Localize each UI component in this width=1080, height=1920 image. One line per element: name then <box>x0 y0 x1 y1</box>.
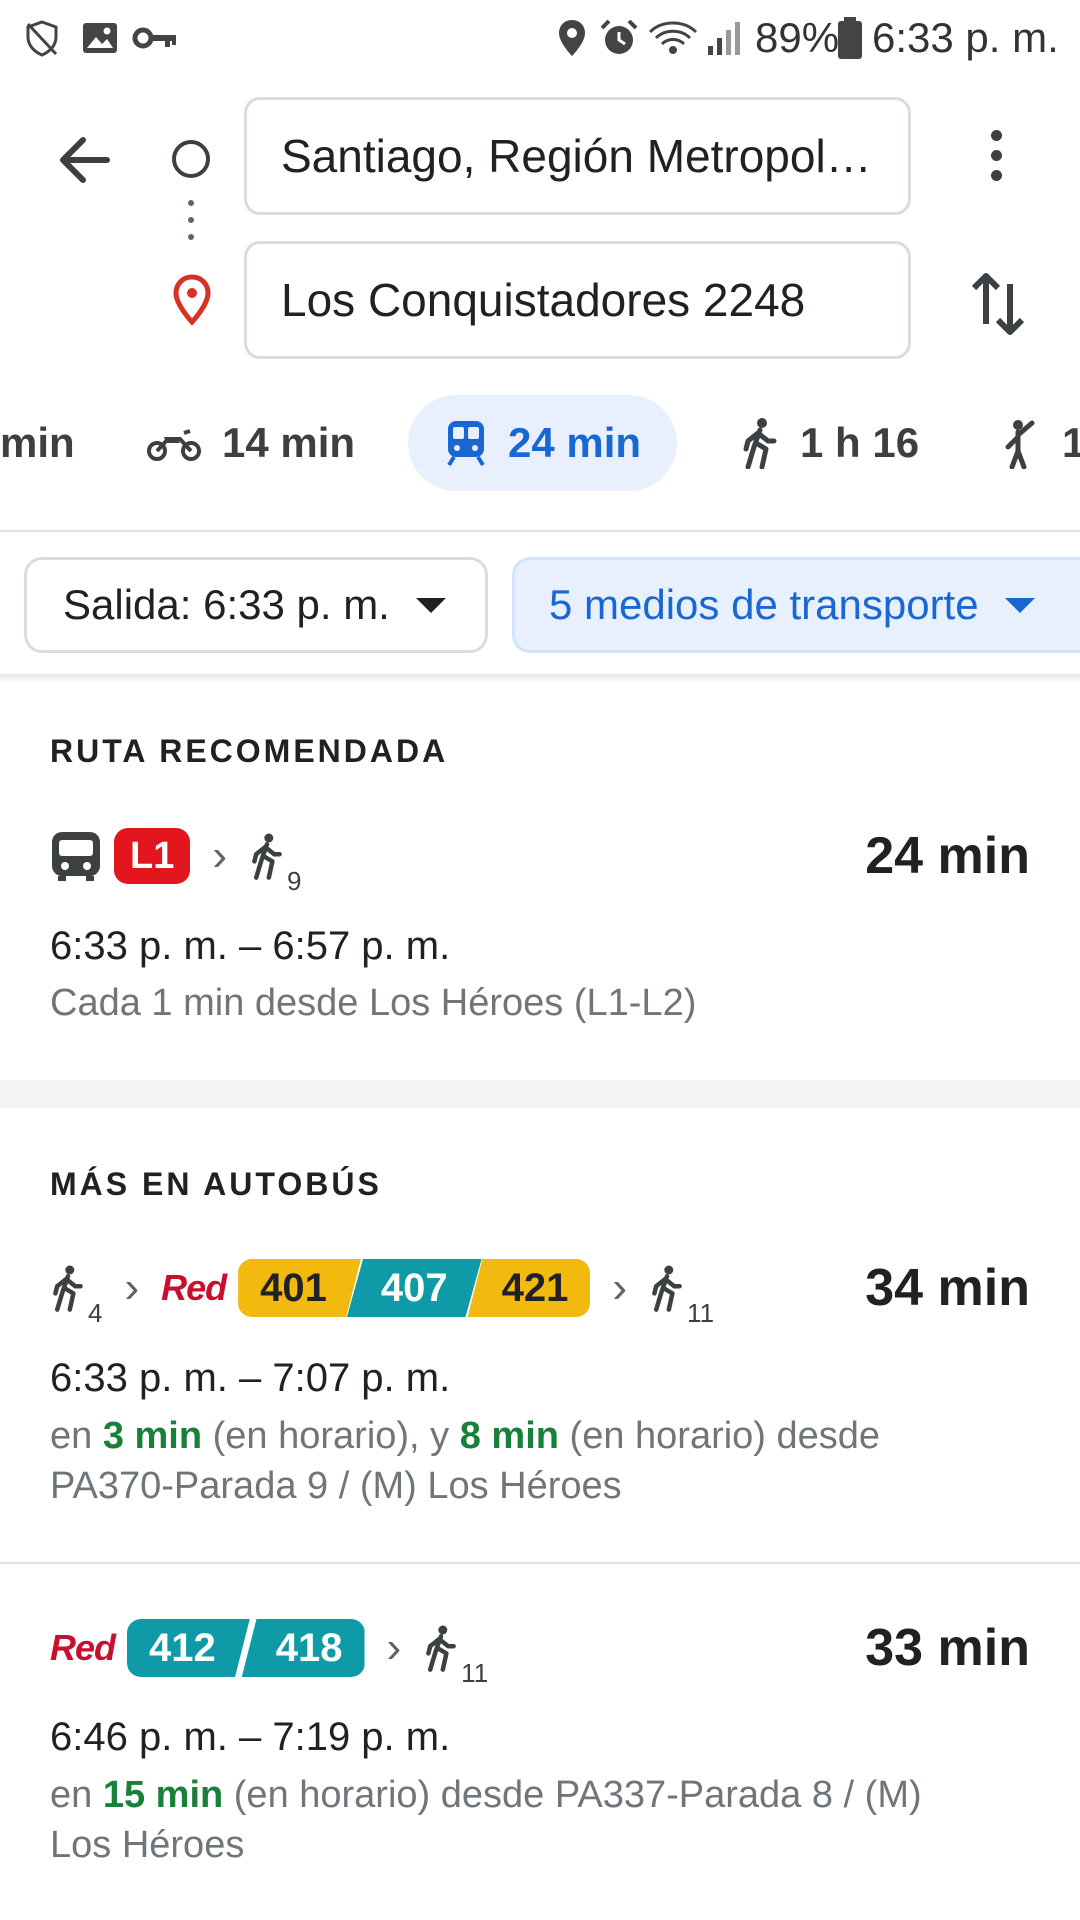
walk-icon <box>743 418 777 469</box>
walk-step: 4 <box>50 1261 102 1328</box>
origin-input[interactable]: Santiago, Región Metropol… <box>244 97 911 215</box>
route-times: 6:46 p. m. – 7:19 p. m. <box>50 1715 451 1759</box>
chevron-right-icon: › <box>124 1263 140 1312</box>
transport-modes-dropdown[interactable]: 5 medios de transporte <box>512 557 1080 653</box>
detail-text: (en horario), y <box>202 1415 460 1457</box>
tab-motorcycle-label: 14 min <box>222 419 356 466</box>
walk-minutes: 11 <box>687 1298 715 1328</box>
departure-time-label: Salida: 6:33 p. m. <box>63 581 390 628</box>
route-times: 6:33 p. m. – 6:57 p. m. <box>50 924 451 968</box>
divider <box>0 674 1080 682</box>
detail-text: en <box>50 1774 103 1816</box>
tab-walking[interactable]: 1 h 16 <box>740 395 919 491</box>
route-steps: Red 412 418 › 11 <box>50 1608 488 1688</box>
walk-minutes: 11 <box>461 1658 489 1688</box>
divider <box>0 530 1080 532</box>
swap-icon[interactable] <box>962 268 1034 340</box>
route-dots-icon <box>188 200 194 252</box>
walk-step: 11 <box>423 1621 488 1688</box>
destination-pin-icon <box>173 274 211 326</box>
walk-icon <box>53 1265 83 1312</box>
wifi-icon <box>648 21 698 54</box>
line-badge: L1 <box>114 828 191 884</box>
recommended-route-title: RUTA RECOMENDADA <box>50 733 449 769</box>
chevron-right-icon: › <box>612 1263 628 1312</box>
route-steps: L1 › 9 <box>50 816 301 896</box>
back-button[interactable] <box>44 120 124 200</box>
bus-line-badge: 407 <box>346 1259 482 1317</box>
tab-driving-label: min <box>0 419 75 466</box>
route-times: 6:33 p. m. – 7:07 p. m. <box>50 1356 451 1400</box>
status-bar: 89% 6:33 p. m. <box>0 0 1080 80</box>
tab-transit[interactable]: 24 min <box>408 395 678 491</box>
departure-time-dropdown[interactable]: Salida: 6:33 p. m. <box>24 557 488 653</box>
eta: 15 min <box>102 1774 224 1816</box>
route-duration: 24 min <box>865 827 1030 885</box>
route-duration: 34 min <box>865 1259 1030 1317</box>
travel-mode-tabs: min 14 min 24 min 1 h 16 1 <box>0 395 1080 495</box>
tab-ride[interactable]: 1 <box>1002 395 1080 491</box>
bus-line-badge: 421 <box>467 1259 591 1317</box>
train-icon <box>447 421 485 467</box>
clock: 6:33 p. m. <box>872 14 1059 61</box>
walk-icon <box>426 1625 457 1672</box>
more-options-button[interactable] <box>966 115 1026 195</box>
signal-icon <box>708 22 740 55</box>
motorcycle-icon <box>147 429 201 461</box>
tab-transit-label: 24 min <box>508 419 642 466</box>
chevron-right-icon: › <box>386 1623 402 1672</box>
bus-line-badge: 418 <box>241 1619 365 1677</box>
walk-minutes: 9 <box>287 866 302 896</box>
walk-step: 9 <box>249 829 301 896</box>
route-duration: 33 min <box>865 1619 1030 1677</box>
battery-percent: 89% <box>755 14 840 61</box>
eta: 8 min <box>459 1415 559 1457</box>
bus-line-badges: 401 407 421 <box>238 1259 591 1317</box>
more-by-bus-title: MÁS EN AUTOBÚS <box>50 1166 382 1202</box>
alarm-icon <box>600 19 638 54</box>
key-icon <box>132 27 176 49</box>
arrow-left-icon <box>60 137 110 183</box>
destination-input[interactable]: Los Conquistadores 2248 <box>244 241 911 359</box>
transport-modes-label: 5 medios de transporte <box>549 581 979 628</box>
tab-motorcycle[interactable]: 14 min <box>146 395 355 491</box>
image-icon <box>83 23 117 53</box>
operator-logo: Red <box>161 1267 227 1308</box>
tab-ride-label: 1 <box>1062 419 1080 466</box>
battery-icon <box>838 17 862 59</box>
operator-logo: Red <box>50 1627 116 1668</box>
route-detail: Cada 1 min desde Los Héroes (L1-L2) <box>50 982 697 1024</box>
divider <box>0 1562 1080 1564</box>
chevron-down-icon <box>415 597 446 613</box>
bus-line-badge: 401 <box>238 1259 361 1317</box>
route-detail: en 3 min (en horario), y 8 min (en horar… <box>50 1411 1010 1511</box>
walk-icon <box>652 1265 682 1312</box>
location-icon <box>559 20 585 56</box>
metro-icon <box>52 832 100 881</box>
chevron-down-icon <box>1004 597 1035 613</box>
walk-icon <box>252 833 282 880</box>
eta: 3 min <box>102 1415 203 1457</box>
chevron-right-icon: › <box>212 831 228 880</box>
shield-off-icon <box>26 20 58 57</box>
bus-line-badges: 412 418 <box>127 1619 365 1677</box>
origin-circle-icon <box>172 140 210 178</box>
route-detail: en 15 min (en horario) desde PA337-Parad… <box>50 1770 930 1870</box>
tab-driving[interactable]: min <box>0 395 75 491</box>
ride-hail-icon <box>1005 420 1035 469</box>
bus-line-badge: 412 <box>127 1619 250 1677</box>
section-divider <box>0 1080 1080 1108</box>
walk-step: 11 <box>649 1261 714 1328</box>
walk-minutes: 4 <box>88 1298 103 1328</box>
route-steps: 4 › Red 401 407 421 › 11 <box>50 1248 714 1328</box>
tab-walking-label: 1 h 16 <box>800 419 920 466</box>
detail-text: en <box>50 1415 103 1457</box>
